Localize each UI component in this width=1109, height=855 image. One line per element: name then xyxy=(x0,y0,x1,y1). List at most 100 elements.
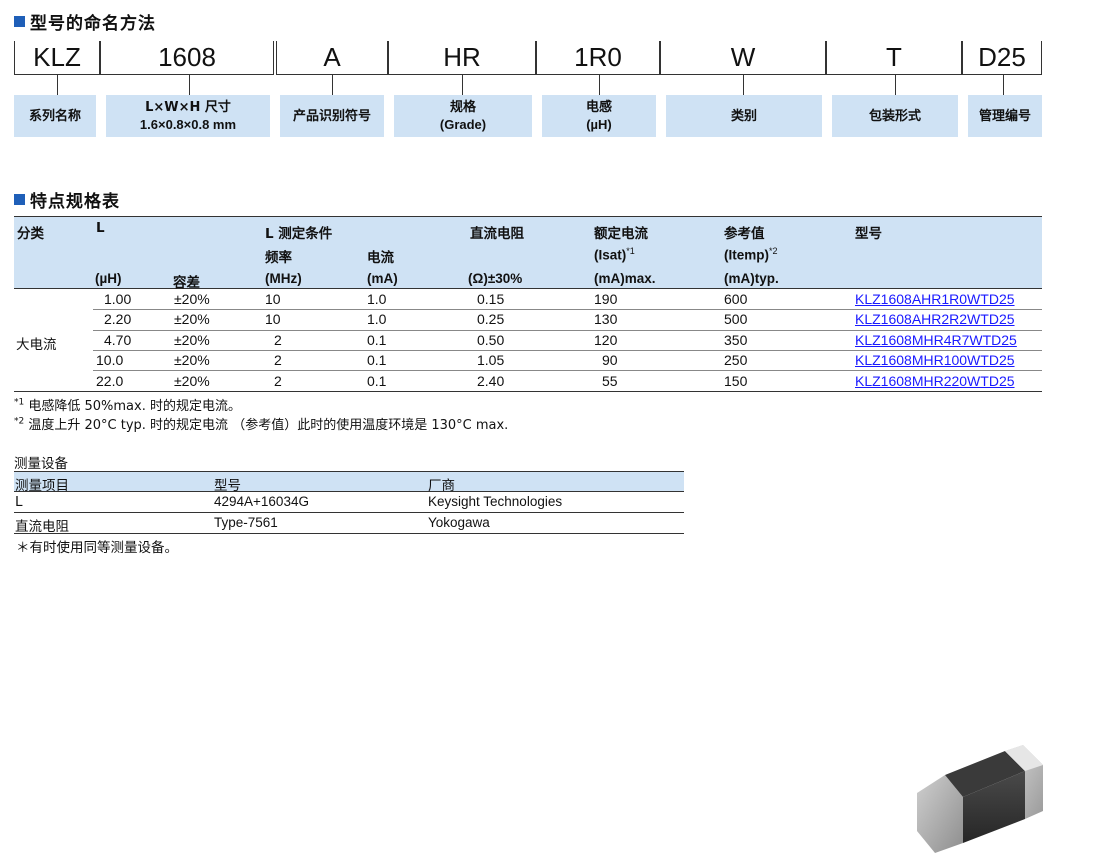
connector-line xyxy=(895,75,896,95)
connector-line xyxy=(599,75,600,95)
label-text: 类别 xyxy=(730,108,757,124)
cell-inductance: 10.0 xyxy=(96,352,124,368)
connector-line xyxy=(1003,75,1004,95)
code-grade: HR xyxy=(388,41,536,75)
code-inductance: 1R0 xyxy=(536,41,660,75)
row-divider xyxy=(14,512,684,513)
row-divider xyxy=(93,350,1042,351)
code-product-id: A xyxy=(276,41,388,75)
label-subtext: 1.6×0.8×0.8 mm xyxy=(139,117,237,132)
label-text: 产品识别符号 xyxy=(292,108,371,124)
header-itemp: 参考值 xyxy=(724,226,765,242)
cell-itemp: 600 xyxy=(724,291,748,307)
footnote-2: *2 温度上升 20°C typ. 时的规定电流 （参考值）此时的使用温度环境是… xyxy=(14,414,508,433)
connector-line xyxy=(462,75,463,95)
header-model: 型号 xyxy=(214,478,241,494)
part-number-link[interactable]: KLZ1608AHR2R2WTD25 xyxy=(855,311,1015,327)
category-cell: 大电流 xyxy=(16,337,57,353)
cell-inductance: 2.20 xyxy=(104,311,132,327)
cell-inductance: 4.70 xyxy=(104,332,132,348)
spec-table-header xyxy=(14,216,1042,289)
row-divider xyxy=(93,370,1042,371)
header-measure-item: 测量项目 xyxy=(15,478,69,494)
header-L: L xyxy=(96,220,105,236)
header-current: 电流 xyxy=(367,250,394,266)
connector-line xyxy=(189,75,190,95)
cell-model: Type-7561 xyxy=(214,515,278,530)
measurement-title: 测量设备 xyxy=(14,456,68,472)
cell-inductance: 1.00 xyxy=(104,291,132,307)
header-isat-unit: (mA)max. xyxy=(594,271,656,286)
part-number-link[interactable]: KLZ1608AHR1R0WTD25 xyxy=(855,291,1015,307)
header-dcr: 直流电阻 xyxy=(470,226,524,242)
cell-frequency: 2 xyxy=(274,352,282,368)
label-grade: 规格 (Grade) xyxy=(394,95,532,137)
specs-section-title: 特点规格表 xyxy=(14,187,120,212)
cell-dcr: 0.50 xyxy=(477,332,505,348)
section-marker-icon xyxy=(14,16,25,27)
cell-dcr: 2.40 xyxy=(477,373,505,389)
label-inductance: 电感 (µH) xyxy=(542,95,656,137)
cell-tolerance: ±20% xyxy=(174,373,210,389)
label-text: 系列名称 xyxy=(28,108,81,124)
footnote-text: 温度上升 20°C typ. 时的规定电流 （参考值）此时的使用温度环境是 13… xyxy=(24,418,509,433)
code-size: 1608 xyxy=(100,41,274,75)
table-bottom-border xyxy=(14,391,1042,392)
code-packaging: T xyxy=(826,41,962,75)
header-category: 分类 xyxy=(17,226,44,242)
code-series: KLZ xyxy=(14,41,100,75)
cell-current: 0.1 xyxy=(367,373,387,389)
header-test-condition: L 测定条件 xyxy=(265,226,333,242)
measurement-footnote: ＊有时使用同等测量设备。 xyxy=(16,540,178,556)
cell-inductance: 22.0 xyxy=(96,373,124,389)
cell-itemp: 250 xyxy=(724,352,748,368)
header-frequency-unit: (MHz) xyxy=(265,271,302,286)
cell-tolerance: ±20% xyxy=(174,352,210,368)
header-dcr-unit: (Ω)±30% xyxy=(468,271,523,286)
header-isat-symbol: (Isat)*1 xyxy=(594,246,635,263)
cell-tolerance: ±20% xyxy=(174,332,210,348)
naming-title-text: 型号的命名方法 xyxy=(30,14,156,34)
cell-measure-item: 直流电阻 xyxy=(15,519,69,535)
header-part-number: 型号 xyxy=(855,226,882,242)
cell-manufacturer: Keysight Technologies xyxy=(428,494,563,509)
header-manufacturer: 厂商 xyxy=(428,478,455,494)
cell-current: 1.0 xyxy=(367,291,387,307)
chip-inductor-image xyxy=(917,745,1043,853)
row-divider xyxy=(93,309,1042,310)
row-divider xyxy=(93,330,1042,331)
part-number-link[interactable]: KLZ1608MHR4R7WTD25 xyxy=(855,332,1017,348)
label-packaging: 包装形式 xyxy=(832,95,958,137)
part-number-link[interactable]: KLZ1608MHR220WTD25 xyxy=(855,373,1015,389)
label-text: L×W×H 尺寸 xyxy=(145,100,231,115)
part-number-link[interactable]: KLZ1608MHR100WTD25 xyxy=(855,352,1015,368)
header-L-unit: (µH) xyxy=(95,271,122,286)
code-management: D25 xyxy=(962,41,1042,75)
cell-manufacturer: Yokogawa xyxy=(428,515,490,530)
specs-title-text: 特点规格表 xyxy=(30,192,120,212)
header-itemp-symbol: (Itemp)*2 xyxy=(724,246,778,263)
connector-line xyxy=(332,75,333,95)
label-dimensions: L×W×H 尺寸 1.6×0.8×0.8 mm xyxy=(106,95,270,137)
measurement-table-header xyxy=(14,471,684,492)
cell-dcr: 0.15 xyxy=(477,291,505,307)
label-text: 规格 xyxy=(449,100,476,115)
label-management: 管理编号 xyxy=(968,95,1042,137)
label-product-id: 产品识别符号 xyxy=(280,95,384,137)
header-itemp-unit: (mA)typ. xyxy=(724,271,779,286)
header-itemp-footnote-ref: *2 xyxy=(769,246,778,256)
label-subtext: (Grade) xyxy=(439,117,487,132)
footnote-text: 电感降低 50%max. 时的规定电流。 xyxy=(24,399,241,414)
footnote-marker: *1 xyxy=(14,397,25,408)
cell-frequency: 2 xyxy=(274,373,282,389)
cell-current: 0.1 xyxy=(367,332,387,348)
code-category: W xyxy=(660,41,826,75)
label-text: 包装形式 xyxy=(868,108,921,124)
cell-tolerance: ±20% xyxy=(174,311,210,327)
cell-isat: 130 xyxy=(594,311,618,327)
label-text: 电感 xyxy=(585,100,612,115)
cell-dcr: 0.25 xyxy=(477,311,505,327)
label-category: 类别 xyxy=(666,95,822,137)
label-series-name: 系列名称 xyxy=(14,95,96,137)
cell-tolerance: ±20% xyxy=(174,291,210,307)
